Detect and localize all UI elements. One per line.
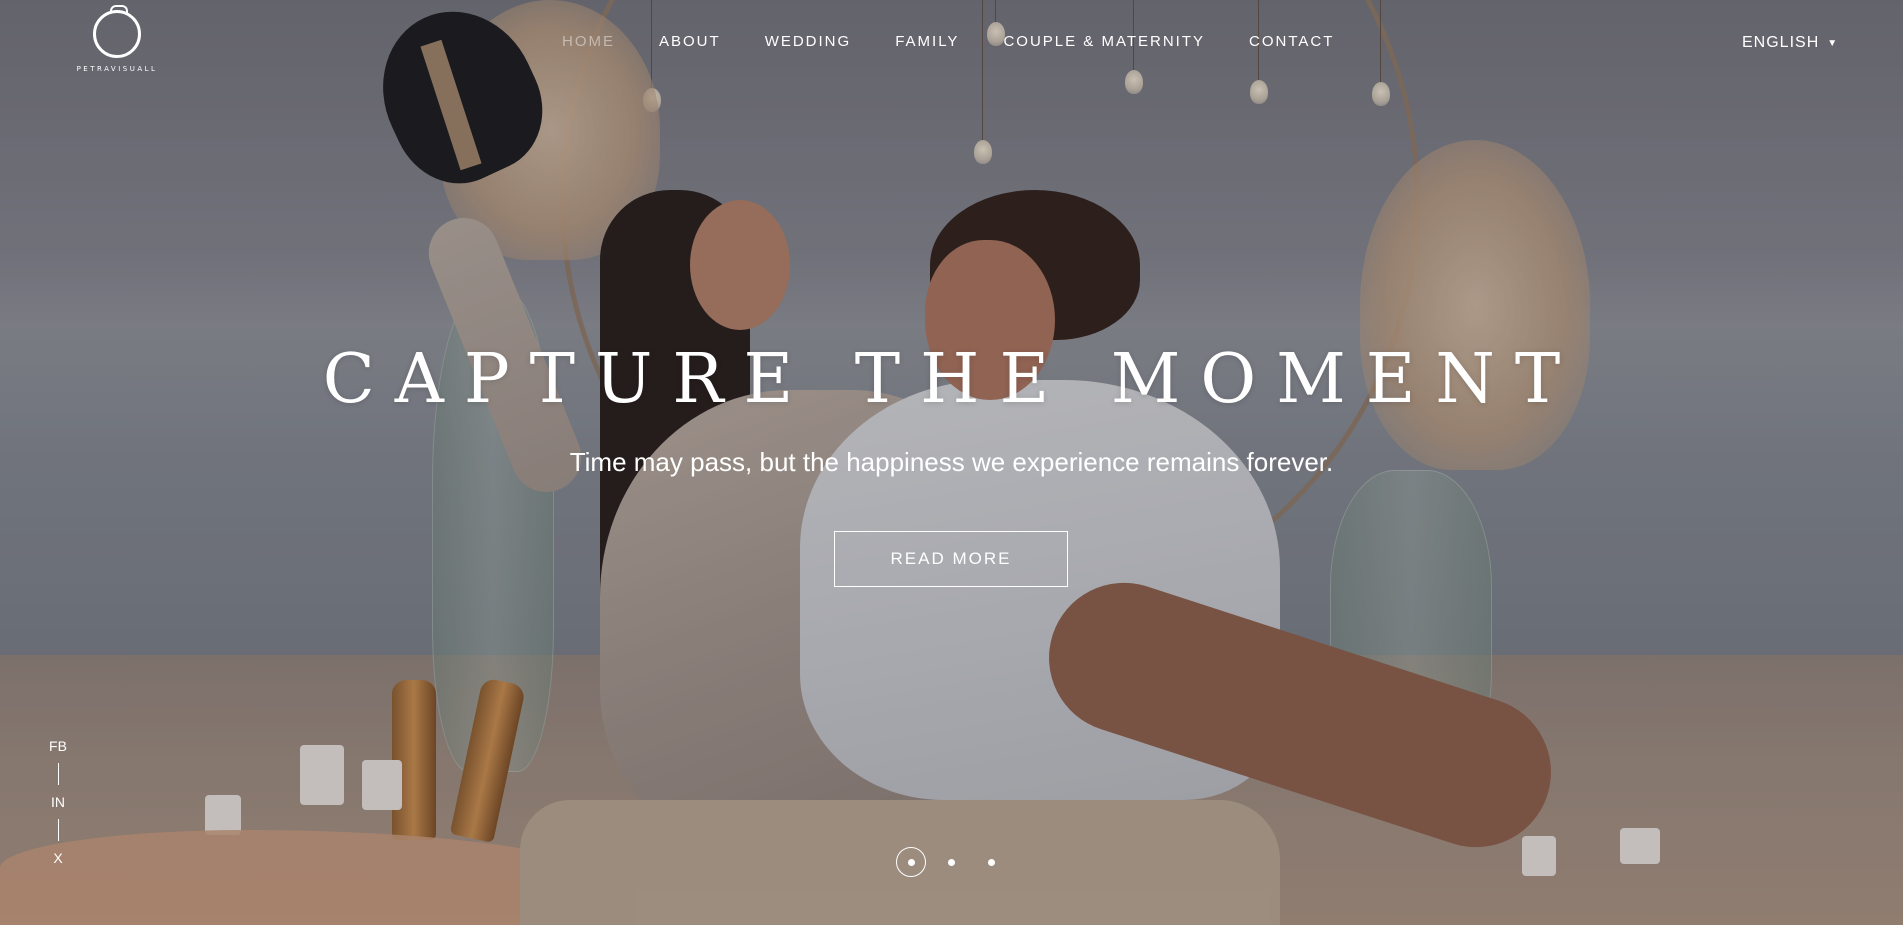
social-facebook-link[interactable]: FB [49, 738, 67, 754]
nav-item-wedding[interactable]: WEDDING [765, 33, 852, 50]
slide-dot-3[interactable] [976, 847, 1006, 877]
read-more-button[interactable]: READ MORE [834, 531, 1068, 587]
hero-headline: CAPTURE THE MOMENT [322, 340, 1581, 419]
social-divider [57, 763, 59, 785]
dot-icon [987, 858, 995, 866]
dot-icon [947, 858, 955, 866]
logo-text: PETRAVISUALL [76, 65, 158, 73]
language-label: ENGLISH [1742, 34, 1820, 51]
main-navigation: HOME ABOUT WEDDING FAMILY COUPLE & MATER… [562, 33, 1378, 50]
social-links: FB IN X [40, 738, 76, 866]
language-selector[interactable]: ENGLISH ▼ [1742, 34, 1838, 52]
dot-icon [907, 858, 915, 866]
nav-item-contact[interactable]: CONTACT [1249, 33, 1334, 50]
slider-pagination [896, 847, 1016, 877]
nav-item-about[interactable]: ABOUT [659, 33, 721, 50]
nav-item-family[interactable]: FAMILY [895, 33, 959, 50]
hero-section: PETRAVISUALL HOME ABOUT WEDDING FAMILY C… [0, 0, 1903, 925]
nav-item-couple-maternity[interactable]: COUPLE & MATERNITY [1003, 33, 1205, 50]
social-x-link[interactable]: X [53, 850, 62, 866]
hero-subline: Time may pass, but the happiness we expe… [569, 447, 1334, 477]
site-logo[interactable]: PETRAVISUALL [70, 5, 164, 80]
logo-camera-icon [93, 5, 141, 58]
slide-dot-2[interactable] [936, 847, 966, 877]
nav-item-home[interactable]: HOME [562, 33, 615, 50]
slide-dot-1[interactable] [896, 847, 926, 877]
caret-down-icon: ▼ [1827, 37, 1839, 49]
social-divider [57, 819, 59, 841]
social-instagram-link[interactable]: IN [51, 794, 65, 810]
